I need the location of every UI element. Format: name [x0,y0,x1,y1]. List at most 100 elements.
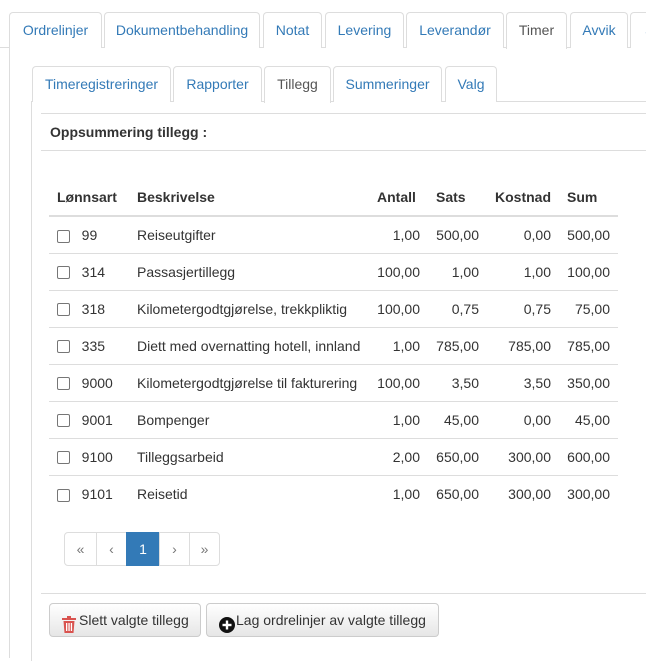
lonnsart-code: 99 [81,226,98,243]
section-header-rule [41,150,646,151]
col-header-antall[interactable]: Antall [369,178,428,217]
row-checkbox[interactable] [57,340,70,354]
beskrivelse-cell: Bompenger [129,401,369,439]
pagination-last-button[interactable]: » [189,532,220,566]
lonnsart-code: 335 [81,337,106,354]
beskrivelse-cell: Reiseutgifter [129,216,369,254]
tab-ordrelinjer[interactable]: Ordrelinjer [9,12,102,48]
sum-cell: 600,00 [559,438,618,476]
create-orderlines-label: Lag ordrelinjer av valgte tillegg [236,612,426,628]
beskrivelse-cell: Reisetid [137,485,188,502]
lonnsart-code: 9000 [81,374,113,391]
footer-rule [41,593,646,594]
kostnad-cell: 0,75 [487,290,559,328]
antall-cell: 2,00 [369,438,428,476]
antall-cell: 100,00 [369,290,428,328]
kostnad-cell: 3,50 [487,364,559,402]
row-checkbox[interactable] [57,488,70,502]
beskrivelse-cell: Kilometergodtgjørelse, trekkpliktig [129,290,369,328]
row-checkbox[interactable] [57,377,70,391]
pagination-next-button[interactable]: › [159,532,190,566]
col-header-beskrivelse[interactable]: Beskrivelse [129,178,369,217]
pagination: « ‹ 1 › » [64,532,220,566]
lonnsart-cell: 9001 [49,401,129,439]
lonnsart-cell: 9101 [49,475,129,512]
antall-cell: 1,00 [392,485,420,502]
sats-cell: 3,50 [428,364,487,402]
col-header-sum[interactable]: Sum [559,178,618,217]
plus-circle-icon [219,612,235,644]
sats-cell: 1,00 [428,253,487,291]
delete-selected-button[interactable]: Slett valgte tillegg [49,603,201,637]
table-row: 318 Kilometergodtgjørelse, trekkpliktig … [49,290,618,328]
beskrivelse-cell: Tilleggsarbeid [129,438,369,476]
table-row: 9001 Bompenger 1,00 45,00 0,00 45,00 [49,401,618,439]
row-checkbox[interactable] [57,451,70,465]
sats-cell: 650,00 [436,485,479,502]
sum-cell: 300,00 [567,485,610,502]
subtab-rapporter[interactable]: Rapporter [173,66,262,102]
tab-leverandor[interactable]: Leverandør [406,12,504,48]
beskrivelse-cell: Kilometergodtgjørelse til fakturering [129,364,369,402]
table-row: 9000 Kilometergodtgjørelse til faktureri… [49,364,618,402]
antall-cell: 100,00 [369,253,428,291]
subtab-tillegg[interactable]: Tillegg [264,66,331,103]
lonnsart-code: 318 [81,300,106,317]
row-checkbox[interactable] [57,266,70,280]
beskrivelse-cell: Passasjertillegg [129,253,369,291]
lonnsart-cell: 314 [49,253,129,291]
sats-cell: 45,00 [428,401,487,439]
sum-cell: 350,00 [559,364,618,402]
trash-icon [62,612,76,644]
tab-avvik[interactable]: Avvik [570,12,628,48]
tab-timer[interactable]: Timer [506,12,567,49]
subtab-timeregistreringer[interactable]: Timeregistreringer [32,66,171,102]
kostnad-cell: 0,00 [487,216,559,254]
section-top-rule [41,113,646,114]
beskrivelse-cell: Diett med overnatting hotell, innland [129,327,369,365]
lonnsart-cell: 9000 [49,364,129,402]
pagination-page-1[interactable]: 1 [126,532,160,566]
table-row: 314 Passasjertillegg 100,00 1,00 1,00 10… [49,253,618,291]
sum-cell: 500,00 [559,216,618,254]
lonnsart-code: 9100 [81,448,113,465]
table-row: 9101 Reisetid 1,00 650,00 300,00 300,00 [49,475,618,512]
row-checkbox[interactable] [57,414,70,428]
antall-cell: 100,00 [369,364,428,402]
subtab-valg[interactable]: Valg [445,66,497,102]
tillegg-table: Lønnsart Beskrivelse Antall Sats Kostnad… [49,178,618,512]
col-header-lonnsart[interactable]: Lønnsart [49,178,129,217]
row-checkbox[interactable] [57,229,70,243]
main-tab-bar: Ordrelinjer Dokumentbehandling Notat Lev… [0,0,646,49]
kostnad-cell: 300,00 [487,438,559,476]
lonnsart-cell: 99 [49,216,129,254]
pagination-first-button[interactable]: « [64,532,97,566]
lonnsart-code: 9001 [81,411,113,428]
sum-cell: 75,00 [559,290,618,328]
sats-cell: 650,00 [428,438,487,476]
tab-notat[interactable]: Notat [263,12,322,48]
row-checkbox[interactable] [57,303,70,317]
pagination-prev-button[interactable]: ‹ [96,532,127,566]
section-title: Oppsummering tillegg : [50,124,208,140]
kostnad-cell: 1,00 [487,253,559,291]
table-header-row: Lønnsart Beskrivelse Antall Sats Kostnad… [49,178,618,217]
tab-dokumentbehandling[interactable]: Dokumentbehandling [104,12,260,48]
subtab-summeringer[interactable]: Summeringer [333,66,442,102]
sum-cell: 45,00 [559,401,618,439]
sats-cell: 500,00 [428,216,487,254]
col-header-kostnad[interactable]: Kostnad [487,178,559,217]
tab-levering[interactable]: Levering [325,12,404,48]
lonnsart-cell: 318 [49,290,129,328]
col-header-sats[interactable]: Sats [428,178,487,217]
table-row: 335 Diett med overnatting hotell, innlan… [49,327,618,365]
delete-selected-label: Slett valgte tillegg [79,612,189,628]
kostnad-cell: 0,00 [487,401,559,439]
kostnad-cell: 785,00 [487,327,559,365]
table-row: 99 Reiseutgifter 1,00 500,00 0,00 500,00 [49,216,618,254]
sum-cell: 100,00 [559,253,618,291]
create-orderlines-button[interactable]: Lag ordrelinjer av valgte tillegg [206,603,439,637]
tab-overflow[interactable]: S [630,12,646,48]
lonnsart-code: 9101 [81,485,113,502]
table-row: 9100 Tilleggsarbeid 2,00 650,00 300,00 6… [49,438,618,476]
